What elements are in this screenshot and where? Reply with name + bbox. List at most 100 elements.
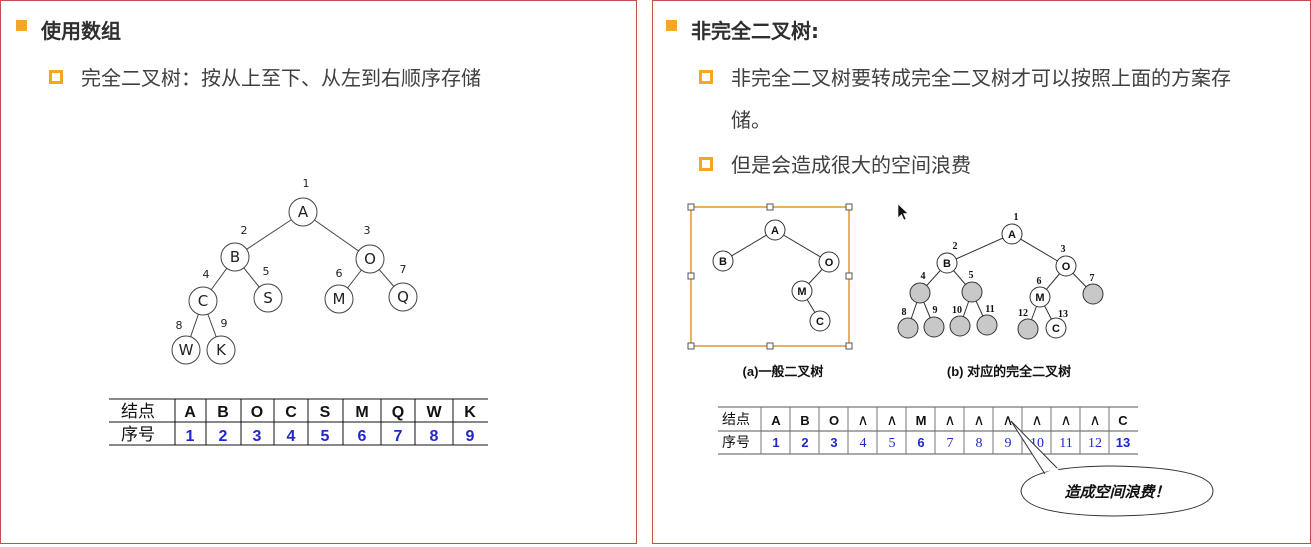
tree-node-label: B [943,258,951,270]
table-cell-node: B [217,404,229,421]
table-cell-index: 4 [287,428,296,445]
tree-node-number: 6 [1037,276,1042,287]
tree-node-label: A [1008,229,1016,241]
table-cell-index: 2 [219,428,228,445]
callout-text: 造成空间浪费！ [1064,483,1169,501]
tree-node-label: A [298,203,309,221]
tree-node-label: W [179,341,194,359]
tree-node-number: 5 [263,265,270,278]
table-row-header-nodes: 结点 [722,412,750,428]
table-cell-index: 3 [830,435,837,450]
table-row-header-indices: 序号 [722,435,750,451]
tree-node-label: S [263,289,273,307]
tree-node-placeholder [961,281,983,303]
left-array-table: 结点 序号 A B O C S M Q W K 1 2 3 4 5 6 7 8 9 [109,398,488,446]
tree-node-label: C [1052,323,1060,335]
tree-node-placeholder [909,282,931,304]
table-cell-index: 6 [917,435,924,450]
tree-node-number: 13 [1058,309,1068,320]
tree-node-number: 1 [303,177,310,190]
table-cell-node: A [771,413,781,428]
table-cell-null: ∧ [1090,412,1101,429]
table-cell-node: K [464,404,476,421]
tree-node-number: 3 [1061,244,1066,255]
table-row-header-nodes: 结点 [121,402,155,422]
table-cell-index: 9 [466,428,475,445]
caption-complete-tree: (b) 对应的完全二叉树 [947,364,1071,379]
table-cell-node: M [916,413,927,428]
tree-node-number: 2 [953,241,958,252]
table-cell-index: 5 [321,428,330,445]
tree-node-placeholder [1017,318,1039,340]
tree-node-label: B [230,248,240,266]
table-cell-node: M [355,404,368,421]
table-cell-null: ∧ [945,412,956,429]
incomplete-tree-figure: AB OMC (a)一般二叉树 A1B2O34 5M6 78 9 10 11 12C13 (b… [687,203,1214,517]
table-cell-null: ∧ [1003,412,1014,429]
table-cell-index: 2 [801,435,808,450]
tree-node-number: 9 [221,317,228,330]
table-cell-null: ∧ [974,412,985,429]
table-cell-node: B [800,413,809,428]
table-cell-null: ∧ [1032,412,1043,429]
complete-binary-tree-figure: A1B2O3C4S5M6Q7W8K9 结点 序号 A B O C S M Q W K1 2 3 4 5 6… [109,177,488,446]
tree-node-number: 7 [1090,273,1095,284]
tree-node-placeholder [976,314,998,336]
table-cell-index: 6 [358,428,367,445]
right-array-table: 结点 序号 A B O ∧ ∧ M ∧ ∧ ∧ ∧ ∧ ∧ C1 2 3 4 5 6 7 8 9 10 11 12 13 [718,406,1138,455]
tree-node-label: M [1035,292,1044,304]
table-cell-node: W [426,404,442,421]
tree-node-number: 8 [902,307,907,318]
table-cell-index: 5 [889,436,896,451]
tree-node-number: 12 [1018,308,1028,319]
table-cell-node: O [829,413,839,428]
table-cell-null: ∧ [1061,412,1072,429]
tree-node-number: 9 [933,305,938,316]
tree-node-number: 4 [203,268,210,281]
tree-node-label: M [333,290,346,308]
tree-node-number: 1 [1014,212,1019,223]
table-cell-index: 1 [772,435,779,450]
caption-general-tree: (a)一般二叉树 [743,364,824,379]
table-cell-index: 3 [253,428,262,445]
tree-node-label: K [216,341,227,359]
table-cell-null: ∧ [858,412,869,429]
tree-node-label: A [771,225,779,237]
tree-node-number: 10 [952,305,962,316]
mouse-pointer-icon [897,203,909,221]
tree-node-label: O [1062,261,1071,273]
table-cell-node: C [285,404,297,421]
tree-node-placeholder [1082,283,1104,305]
table-cell-index: 12 [1088,436,1102,451]
table-cell-index: 7 [947,436,954,451]
tree-node-number: 8 [176,319,183,332]
table-cell-index: 8 [430,428,439,445]
tree-node-placeholder [923,316,945,338]
table-cell-index: 7 [394,428,403,445]
tree-node-label: C [816,316,824,328]
tree-node-number: 2 [241,224,248,237]
tree-node-label: M [797,286,806,298]
tree-node-number: 7 [400,263,407,276]
tree-node-number: 11 [985,304,994,315]
tree-node-label: O [364,250,376,268]
tree-node-placeholder [897,317,919,339]
table-cell-index: 13 [1116,435,1130,450]
table-cell-null: ∧ [887,412,898,429]
table-cell-node: O [251,404,263,421]
table-row-header-indices: 序号 [121,425,155,445]
tree-node-label: O [825,257,834,269]
tree-node-number: 4 [921,271,926,282]
table-cell-node: Q [392,404,404,421]
tree-node-placeholder [949,315,971,337]
right-slide-panel: 非完全二叉树: 非完全二叉树要转成完全二叉树才可以按照上面的方案存 储。 但是会… [652,0,1311,544]
table-cell-node: C [1118,413,1128,428]
tree-node-number: 5 [969,270,974,281]
table-cell-index: 1 [186,428,195,445]
tree-node-number: 6 [336,267,343,280]
tree-node-label: C [198,292,208,310]
table-cell-index: 11 [1059,436,1072,451]
tree-node-number: 3 [364,224,371,237]
tree-node-label: B [719,256,727,268]
tree-node-label: Q [397,288,409,306]
